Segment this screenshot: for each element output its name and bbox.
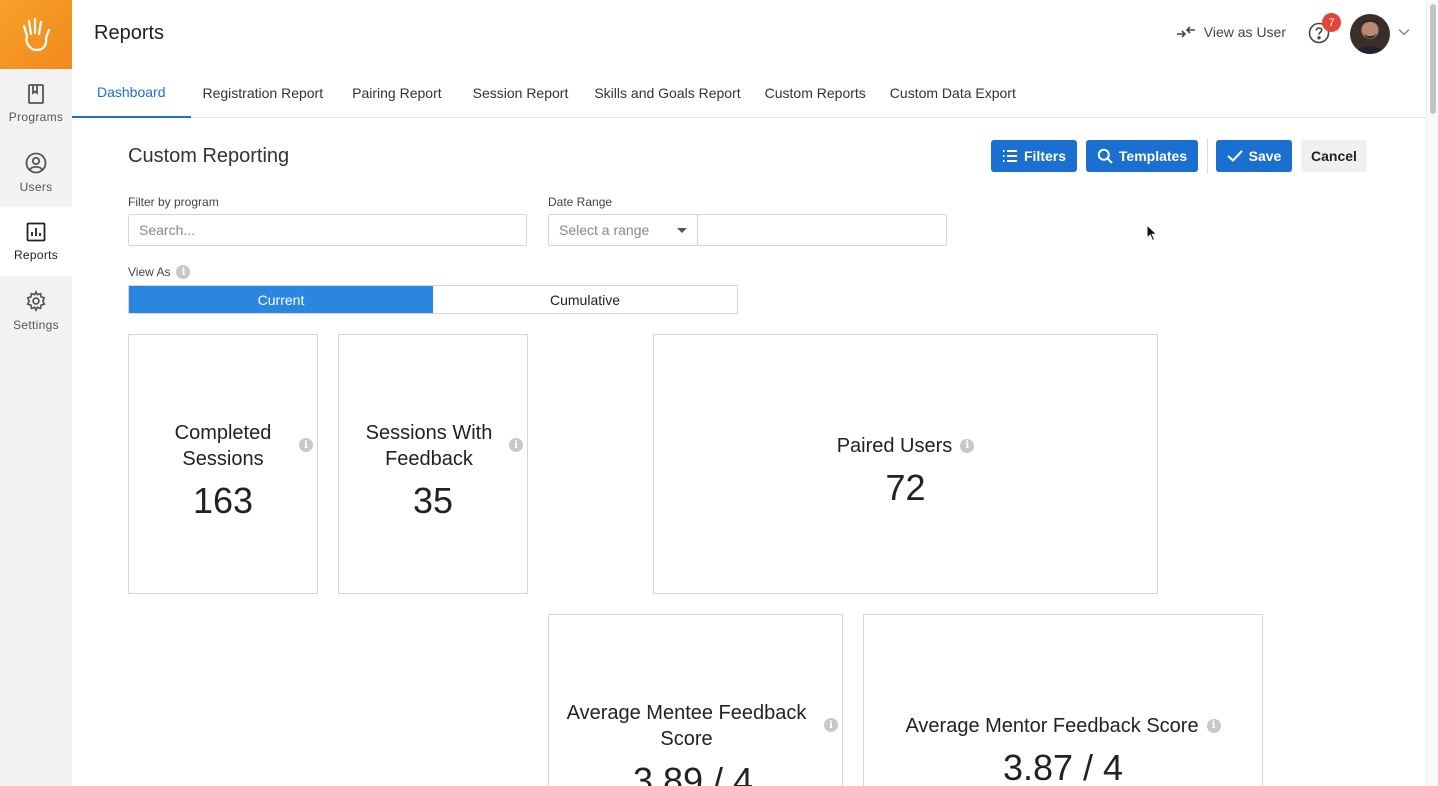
filters-label: Filters [1023, 148, 1066, 164]
completed-sessions-card: Completed Sessions i 163 [128, 334, 318, 594]
tab-session-report[interactable]: Session Report [454, 68, 581, 118]
filter-by-program-label: Filter by program [128, 195, 219, 209]
list-icon [1002, 150, 1017, 162]
card-value: 35 [412, 480, 454, 521]
sidebar-item-label: Users [19, 179, 53, 194]
avg-mentor-feedback-card: Average Mentor Feedback Score i 3.87 / 4 [863, 614, 1263, 786]
templates-button[interactable]: Templates [1086, 140, 1198, 172]
sidebar-item-label: Settings [13, 317, 59, 332]
button-divider [1207, 138, 1208, 174]
tab-skills-goals-report[interactable]: Skills and Goals Report [580, 68, 752, 118]
sidebar-item-reports[interactable]: Reports [0, 207, 72, 276]
check-icon [1226, 150, 1243, 162]
card-value: 3.87 / 4 [1002, 747, 1124, 786]
scrollbar-thumb[interactable] [1430, 4, 1436, 114]
view-as-current-option[interactable]: Current [129, 286, 433, 313]
user-photo-icon [1355, 20, 1385, 54]
card-title-line: Sessions With [365, 422, 493, 444]
view-as-user-button[interactable]: View as User [1176, 24, 1286, 40]
card-title-line: Sessions [182, 448, 264, 470]
card-title-text: Average Mentor Feedback Score [905, 715, 1199, 737]
tab-pairing-report[interactable]: Pairing Report [335, 68, 454, 118]
page-scrollbar[interactable] [1426, 0, 1438, 786]
card-title-line: Average Mentee Feedback [566, 702, 807, 724]
info-icon[interactable]: i [960, 439, 975, 453]
card-value: 163 [192, 480, 254, 521]
info-icon[interactable]: i [1206, 719, 1221, 733]
date-range-select[interactable]: Select a range [548, 214, 698, 246]
section-title: Custom Reporting [128, 145, 290, 167]
card-title-line: Score [660, 728, 713, 750]
save-button[interactable]: Save [1216, 140, 1292, 172]
date-range-select-value: Select a range [559, 222, 650, 238]
info-icon[interactable]: i [824, 718, 838, 732]
notification-badge: 7 [1322, 13, 1341, 32]
tab-custom-data-export[interactable]: Custom Data Export [878, 68, 1028, 118]
view-as-label: View As i [128, 265, 191, 279]
user-circle-icon [25, 152, 47, 173]
chevron-down-icon[interactable] [1398, 28, 1410, 36]
tab-custom-reports[interactable]: Custom Reports [753, 68, 878, 118]
view-as-label-text: View As [128, 265, 171, 279]
date-range-label: Date Range [548, 195, 613, 209]
card-title: Average Mentor Feedback Score i [864, 713, 1262, 739]
chart-icon [26, 222, 46, 241]
card-title-text: Paired Users [836, 435, 953, 457]
sidebar-item-label: Reports [13, 247, 59, 262]
hand-logo-icon [22, 17, 51, 51]
help-button[interactable]: 7 [1308, 13, 1341, 44]
sidebar-item-settings[interactable]: Settings [0, 276, 72, 345]
sidebar-item-label: Programs [8, 109, 64, 124]
date-range-input[interactable] [697, 214, 947, 246]
sessions-with-feedback-card: Sessions With Feedback i 35 [338, 334, 528, 594]
card-title-line: Feedback [385, 448, 473, 470]
tab-registration-report[interactable]: Registration Report [191, 68, 336, 118]
caret-down-icon [677, 227, 687, 233]
header: Reports View as User 7 [72, 0, 1426, 68]
card-title: Paired Users i [654, 433, 1157, 459]
sidebar-item-programs[interactable]: Programs [0, 69, 72, 138]
info-icon[interactable]: i [176, 265, 191, 279]
tab-dashboard[interactable]: Dashboard [72, 68, 191, 118]
report-tabs: Dashboard Registration Report Pairing Re… [72, 68, 1426, 118]
card-value: 72 [885, 467, 926, 508]
card-title-line: Completed [174, 422, 272, 444]
templates-label: Templates [1118, 148, 1188, 164]
paired-users-card: Paired Users i 72 [653, 334, 1158, 594]
filters-button[interactable]: Filters [991, 140, 1077, 172]
info-icon[interactable]: i [509, 438, 523, 452]
program-search-input[interactable]: Search... [128, 214, 527, 246]
sidebar-item-users[interactable]: Users [0, 138, 72, 207]
page-title: Reports [94, 22, 165, 44]
view-as-user-label: View as User [1203, 24, 1286, 40]
save-label: Save [1248, 148, 1282, 164]
view-as-cumulative-option[interactable]: Cumulative [433, 286, 737, 313]
mouse-cursor-icon [1146, 224, 1158, 242]
app-logo[interactable] [0, 0, 72, 69]
swap-arrows-icon [1176, 26, 1195, 38]
gear-icon [26, 289, 46, 312]
book-icon [28, 83, 44, 104]
info-icon[interactable]: i [299, 438, 313, 452]
avg-mentee-feedback-card: Average Mentee Feedback Score i 3.89 / 4 [548, 614, 843, 786]
search-icon [1097, 148, 1113, 164]
cancel-button[interactable]: Cancel [1301, 140, 1367, 172]
sidebar: Programs Users Reports Settings [0, 0, 72, 786]
card-value: 3.89 / 4 [632, 760, 754, 786]
view-as-toggle: Current Cumulative [128, 285, 738, 314]
avatar[interactable] [1350, 14, 1390, 54]
